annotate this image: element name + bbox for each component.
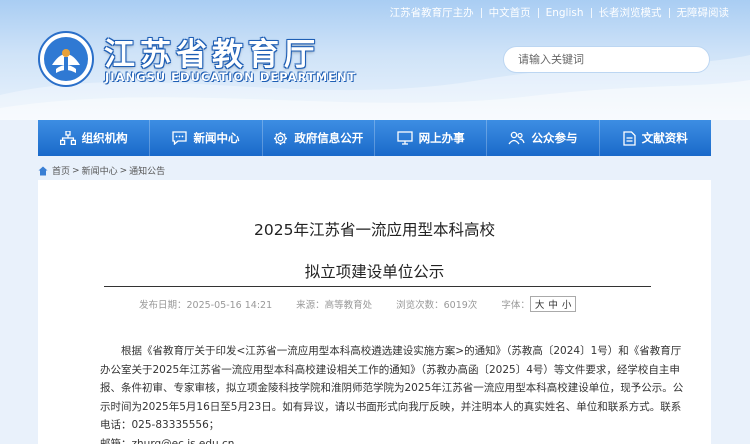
nav-item-public-participation[interactable]: 公众参与	[487, 120, 600, 156]
article-source: 来源：高等教育处	[296, 300, 373, 311]
nav-item-gov-info[interactable]: 政府信息公开	[263, 120, 375, 156]
article-title-line2: 拟立项建设单位公示	[304, 263, 445, 281]
breadcrumb-separator: >	[119, 165, 128, 176]
nav-label: 组织机构	[81, 131, 128, 145]
link-english[interactable]: English	[539, 7, 591, 19]
font-size-small-button[interactable]: 小	[560, 297, 574, 311]
link-chinese-home[interactable]: 中文首页	[482, 5, 538, 20]
view-count: 浏览次数：6019次	[396, 300, 478, 311]
nav-item-news[interactable]: 新闻中心	[150, 120, 263, 156]
nav-item-online-services[interactable]: 网上办事	[375, 120, 488, 156]
breadcrumb-home[interactable]: 首页	[52, 164, 70, 177]
top-links-bar: 江苏省教育厅主办 中文首页 English 长者浏览模式 无障碍阅读	[383, 5, 736, 20]
title-divider	[104, 286, 651, 287]
breadcrumb-separator: >	[72, 165, 80, 176]
font-size-label: 字体：	[501, 300, 530, 311]
font-size-medium-button[interactable]: 中	[546, 297, 560, 311]
chat-bubble-icon	[172, 131, 188, 145]
article-panel: 2025年江苏省一流应用型本科高校 拟立项建设单位公示 发布日期：2025-05…	[38, 180, 711, 444]
nav-label: 政府信息公开	[294, 131, 364, 145]
link-accessibility[interactable]: 无障碍阅读	[670, 5, 737, 20]
publish-date: 发布日期：2025-05-16 14:21	[139, 300, 273, 311]
nav-label: 新闻中心	[193, 131, 240, 145]
font-size-large-button[interactable]: 大	[533, 297, 547, 311]
nav-item-documents[interactable]: 文献资料	[600, 120, 711, 156]
nav-label: 网上办事	[418, 131, 465, 145]
article-paragraph: 根据《省教育厅关于印发<江苏省一流应用型本科高校遴选建设实施方案>的通知》（苏教…	[100, 345, 684, 431]
nav-label: 公众参与	[531, 131, 578, 145]
search-input[interactable]	[518, 53, 678, 66]
search-box	[503, 46, 710, 73]
monitor-icon	[396, 131, 413, 145]
site-logo-icon[interactable]	[38, 31, 94, 87]
breadcrumb-notices[interactable]: 通知公告	[129, 164, 165, 177]
document-icon	[623, 130, 636, 146]
nav-label: 文献资料	[641, 131, 688, 145]
contact-email: 邮箱：zhurq@ec.js.edu.cn。	[100, 437, 245, 444]
people-icon	[508, 131, 526, 145]
article-body: 根据《省教育厅关于印发<江苏省一流应用型本科高校遴选建设实施方案>的通知》（苏教…	[100, 342, 688, 444]
org-chart-icon	[59, 131, 76, 145]
article-meta: 发布日期：2025-05-16 14:21 来源：高等教育处 浏览次数：6019…	[139, 296, 577, 312]
breadcrumb: 首页 > 新闻中心 > 通知公告	[38, 164, 165, 177]
font-size-switcher: 大 中 小	[529, 296, 577, 312]
host-label: 江苏省教育厅主办	[389, 7, 474, 19]
nav-item-org[interactable]: 组织机构	[38, 120, 151, 156]
main-nav: 组织机构 新闻中心 政府信息公开 网上办事 公众参与 文献资料	[38, 120, 711, 156]
home-icon	[38, 166, 48, 175]
article-title-line1: 2025年江苏省一流应用型本科高校	[254, 221, 495, 239]
site-header: 江苏省教育厅主办 中文首页 English 长者浏览模式 无障碍阅读 江苏省教育…	[0, 0, 750, 120]
link-elder-mode[interactable]: 长者浏览模式	[592, 5, 669, 20]
site-subtitle: JIANGSU EDUCATION DEPARTMENT	[105, 70, 357, 84]
site-title: 江苏省教育厅	[104, 37, 320, 73]
gear-icon	[274, 131, 288, 145]
breadcrumb-news[interactable]: 新闻中心	[82, 164, 118, 177]
